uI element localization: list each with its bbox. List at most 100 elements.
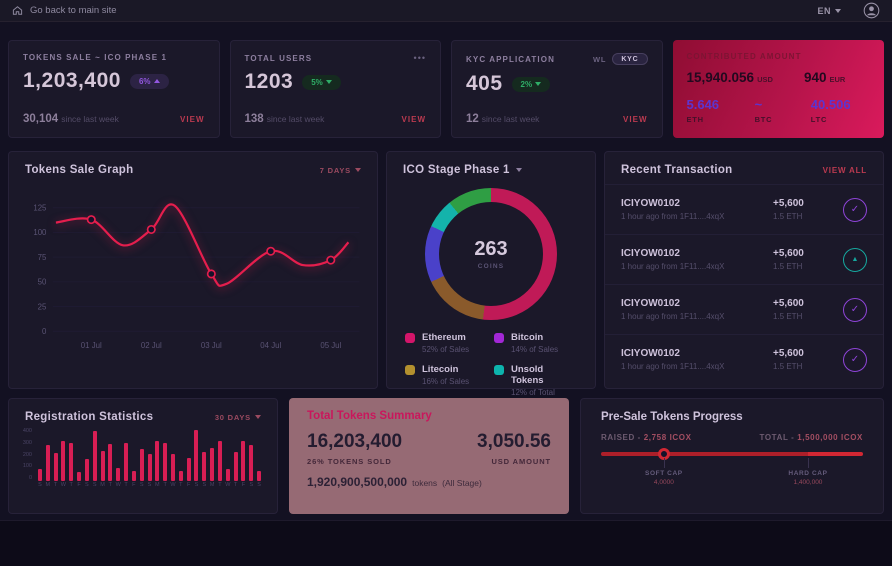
- day-label: S: [38, 481, 42, 489]
- transaction-row[interactable]: ICIYOW0102 1 hour ago from 1F11....4xqX …: [605, 334, 883, 384]
- transaction-row[interactable]: ICIYOW0102 1 hour ago from 1F11....4xqX …: [605, 234, 883, 284]
- total-users-value: 1203: [245, 70, 294, 94]
- chevron-down-icon: [255, 415, 261, 419]
- bar[interactable]: [77, 472, 81, 481]
- ico-stage-title[interactable]: ICO Stage Phase 1: [403, 164, 522, 176]
- bar-column: S: [138, 429, 146, 489]
- bar[interactable]: [61, 441, 65, 481]
- legend-swatch: [494, 365, 504, 375]
- tokens-graph-range-select[interactable]: 7 DAYS: [320, 166, 361, 175]
- bar[interactable]: [249, 445, 253, 481]
- bar[interactable]: [132, 471, 136, 481]
- bar[interactable]: [218, 441, 222, 481]
- bar[interactable]: [241, 441, 245, 481]
- bar[interactable]: [85, 459, 89, 481]
- bar[interactable]: [124, 443, 128, 481]
- eur-amount: 940: [804, 70, 827, 85]
- btc-unit: BTC: [755, 115, 811, 124]
- tokens-sold-value: 16,203,400: [307, 431, 402, 453]
- transaction-eth: 1.5 ETH: [773, 362, 825, 371]
- chevron-down-icon: [355, 168, 361, 172]
- total-users-delta-label: since last week: [267, 114, 325, 124]
- bar[interactable]: [140, 449, 144, 481]
- bar[interactable]: [108, 444, 112, 481]
- bar-column: S: [146, 429, 154, 489]
- progress-track[interactable]: [601, 452, 863, 456]
- svg-text:125: 125: [33, 204, 47, 213]
- bar[interactable]: [234, 452, 238, 481]
- view-all-button[interactable]: VIEW ALL: [823, 166, 867, 175]
- svg-text:100: 100: [33, 228, 47, 237]
- day-label: S: [93, 481, 97, 489]
- eth-amount: 5.646: [687, 97, 755, 112]
- bar[interactable]: [179, 471, 183, 481]
- bar-chart-bars: SMTWTFSSMTWTFSSMTWTFSSMTWTFSS: [36, 429, 263, 489]
- day-label: S: [249, 481, 253, 489]
- bar[interactable]: [101, 451, 105, 481]
- transaction-detail: 1 hour ago from 1F11....4xqX: [621, 262, 773, 271]
- total-tokens-summary-title: Total Tokens Summary: [307, 410, 551, 422]
- bar-column: S: [200, 429, 208, 489]
- wl-toggle[interactable]: WL: [593, 55, 606, 64]
- bar[interactable]: [226, 469, 230, 481]
- bar[interactable]: [210, 448, 214, 482]
- data-point[interactable]: [327, 256, 334, 263]
- transaction-detail: 1 hour ago from 1F11....4xqX: [621, 312, 773, 321]
- hard-cap-label: HARD CAP: [788, 470, 827, 477]
- bar[interactable]: [54, 453, 58, 481]
- day-label: S: [140, 481, 144, 489]
- donut-center-value: 263: [474, 238, 507, 261]
- back-to-main-site-label: Go back to main site: [30, 5, 117, 16]
- day-label: S: [257, 481, 261, 489]
- day-label: F: [77, 481, 80, 489]
- total-users-view-button[interactable]: VIEW: [402, 115, 426, 124]
- data-point[interactable]: [148, 226, 155, 233]
- user-avatar-icon[interactable]: [863, 2, 880, 19]
- bar[interactable]: [38, 469, 42, 481]
- card-kyc-label: KYC APPLICATION: [466, 55, 555, 64]
- back-to-main-site-link[interactable]: Go back to main site: [12, 5, 117, 16]
- day-label: W: [116, 481, 121, 489]
- bar[interactable]: [69, 443, 73, 481]
- data-point[interactable]: [88, 216, 95, 223]
- transaction-detail: 1 hour ago from 1F11....4xqX: [621, 212, 773, 221]
- legend-item: Ethereum 52% of Sales: [405, 332, 488, 354]
- soft-cap-tick: [664, 458, 665, 468]
- transaction-row[interactable]: ICIYOW0102 1 hour ago from 1F11....4xqX …: [605, 284, 883, 334]
- transaction-eth: 1.5 ETH: [773, 312, 825, 321]
- kyc-view-button[interactable]: VIEW: [623, 115, 647, 124]
- data-point[interactable]: [267, 248, 274, 255]
- svg-text:03 Jul: 03 Jul: [201, 341, 222, 350]
- bar[interactable]: [148, 454, 152, 481]
- day-label: T: [163, 481, 166, 489]
- data-point[interactable]: [208, 270, 215, 277]
- bar[interactable]: [257, 471, 261, 481]
- registration-range-select[interactable]: 30 DAYS: [215, 413, 261, 422]
- bar[interactable]: [194, 430, 198, 481]
- language-select[interactable]: EN: [817, 6, 841, 16]
- bar[interactable]: [116, 468, 120, 481]
- chevron-down-icon: [516, 168, 522, 172]
- day-label: F: [132, 481, 135, 489]
- transaction-row[interactable]: ICIYOW0102 1 hour ago from 1F11....4xqX …: [605, 184, 883, 234]
- ltc-amount: 40.506: [811, 97, 870, 112]
- total-users-delta: 138: [245, 113, 264, 125]
- bar[interactable]: [202, 452, 206, 481]
- tokens-sale-view-button[interactable]: VIEW: [180, 115, 204, 124]
- bar[interactable]: [187, 458, 191, 481]
- bar[interactable]: [46, 445, 50, 481]
- btc-amount: ~: [755, 97, 811, 112]
- bar[interactable]: [93, 431, 97, 481]
- transaction-amount: +5,600: [773, 248, 825, 259]
- svg-text:25: 25: [38, 302, 47, 311]
- kyc-toggle[interactable]: KYC: [612, 53, 647, 65]
- bar[interactable]: [171, 454, 175, 481]
- svg-text:02 Jul: 02 Jul: [141, 341, 162, 350]
- bar[interactable]: [155, 441, 159, 481]
- bar[interactable]: [163, 443, 167, 481]
- bar-column: W: [169, 429, 177, 489]
- card-menu-dots-icon[interactable]: •••: [414, 53, 426, 63]
- footer: [0, 520, 892, 566]
- trend-down-icon: [535, 82, 541, 86]
- day-label: T: [70, 481, 73, 489]
